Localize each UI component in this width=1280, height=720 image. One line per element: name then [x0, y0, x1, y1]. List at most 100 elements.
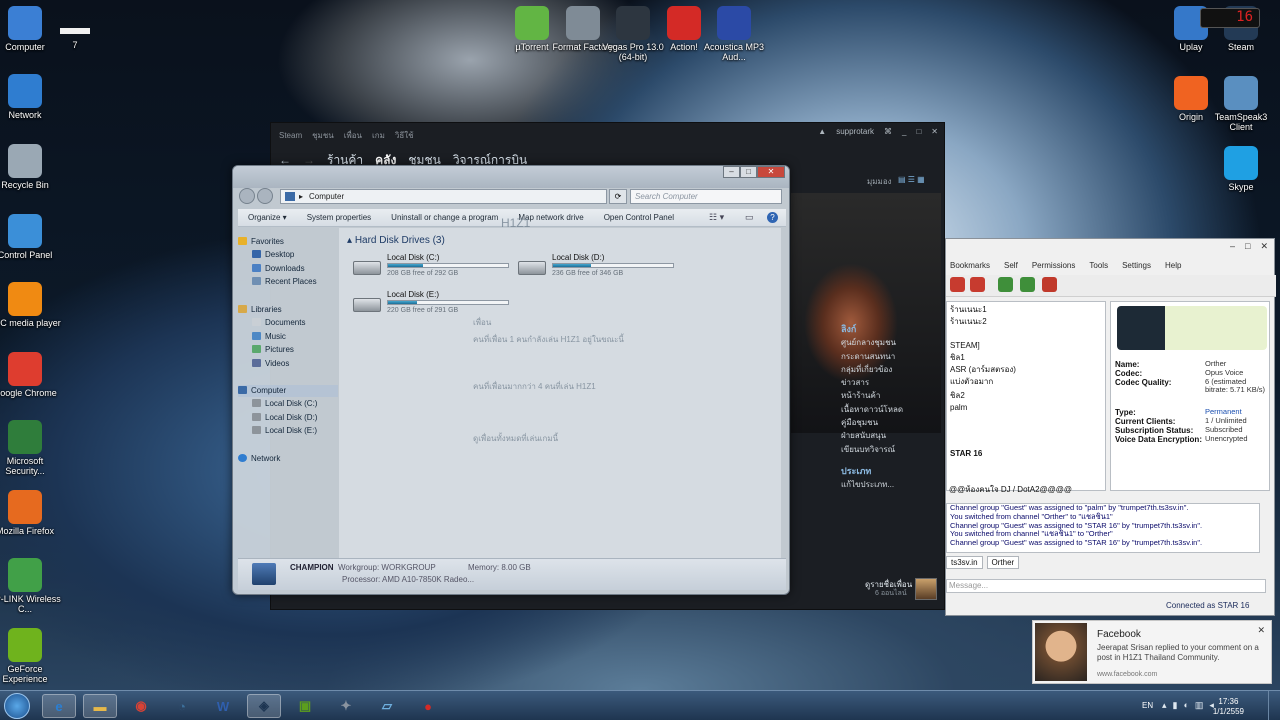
taskbar-steam-icon[interactable]: ◈: [247, 694, 281, 718]
desktop-shortcut[interactable]: Network: [0, 74, 62, 120]
toolbar-button[interactable]: System properties: [297, 213, 381, 222]
tab-server[interactable]: ts3sv.in: [946, 556, 983, 569]
steam-notification-icon[interactable]: ▲: [818, 127, 826, 136]
help-icon[interactable]: ?: [767, 212, 778, 223]
nav-recent[interactable]: Recent Places: [252, 276, 317, 288]
maximize-button[interactable]: □: [1245, 241, 1250, 252]
nav-documents[interactable]: Documents: [252, 317, 305, 329]
view-label[interactable]: มุมมอง: [867, 175, 892, 188]
message-input[interactable]: Message...: [946, 579, 1266, 593]
steam-link[interactable]: กระดานสนทนา: [841, 350, 951, 363]
minimize-button[interactable]: _: [902, 127, 906, 136]
channel-tree-item[interactable]: แบ่งตัวอมาก: [950, 376, 993, 387]
channel-tree-item[interactable]: palm: [950, 402, 967, 413]
notification-url[interactable]: www.facebook.com: [1097, 671, 1157, 678]
desktop-shortcut[interactable]: Recycle Bin: [0, 144, 62, 190]
nav-libraries[interactable]: Libraries: [238, 304, 282, 316]
channel-footer[interactable]: @@ห้องคนใจ DJ / DotA2@@@@: [949, 483, 1072, 496]
steam-link[interactable]: หน้าร้านค้า: [841, 389, 951, 402]
channel-tree-item[interactable]: ASR (อาร์มสตรอง): [950, 364, 1016, 375]
back-button[interactable]: [239, 188, 255, 204]
ts-menu-item[interactable]: Self: [1004, 261, 1018, 273]
steam-menu-item[interactable]: วิธีใช้: [395, 129, 414, 142]
channel-tree-item[interactable]: STAR 16: [950, 448, 982, 459]
nav-computer[interactable]: Computer: [238, 385, 338, 397]
drive-tile[interactable]: Local Disk (D:) 236 GB free of 346 GB: [518, 253, 688, 283]
drive-tile[interactable]: Local Disk (C:) 208 GB free of 292 GB: [353, 253, 523, 283]
teamspeak-window[interactable]: – □ ✕ Bookmarks Self Permissions Tools Setti…: [945, 238, 1276, 616]
refresh-button[interactable]: ⟳: [609, 189, 627, 204]
controller-icon[interactable]: ⌘: [884, 127, 892, 136]
desktop-shortcut[interactable]: Control Panel: [0, 214, 62, 260]
nav-drive-c[interactable]: Local Disk (C:): [252, 398, 317, 410]
desktop-shortcut[interactable]: TeamSpeak3 Client: [1204, 76, 1278, 132]
channel-tree-item[interactable]: ชิล1: [950, 352, 965, 363]
explorer-window[interactable]: – □ ✕ ▸ Computer ⟳ Search Computer Organi…: [232, 165, 790, 595]
steam-menu-item[interactable]: เกม: [372, 129, 385, 142]
desktop-shortcut[interactable]: TP-LINK Wireless C...: [0, 558, 62, 614]
channel-tree-item[interactable]: ชิล2: [950, 390, 965, 401]
nav-drive-e[interactable]: Local Disk (E:): [252, 425, 317, 437]
edit-category-link[interactable]: แก้ไขประเภท...: [841, 478, 951, 491]
minimize-button[interactable]: –: [1230, 241, 1235, 252]
notification-close-icon[interactable]: ✕: [1257, 625, 1265, 636]
nav-music[interactable]: Music: [252, 331, 286, 343]
steam-link[interactable]: เนื้อหาดาวน์โหลด: [841, 403, 951, 416]
show-desktop-button[interactable]: [1268, 691, 1280, 720]
close-button[interactable]: ✕: [1260, 241, 1268, 252]
taskbar-format-factory-icon[interactable]: ✦: [329, 694, 363, 718]
explorer-titlebar[interactable]: – □ ✕: [233, 166, 789, 188]
steam-menu-item[interactable]: เพื่อน: [344, 129, 362, 142]
minimize-button[interactable]: –: [723, 166, 740, 178]
close-button[interactable]: ✕: [757, 166, 785, 178]
taskbar-notepad-icon[interactable]: ▱: [370, 694, 404, 718]
steam-link[interactable]: คู่มือชุมชน: [841, 416, 951, 429]
drive-tile[interactable]: Local Disk (E:) 220 GB free of 291 GB: [353, 290, 523, 320]
taskbar-nvidia-icon[interactable]: ▣: [288, 694, 322, 718]
away-icon[interactable]: [998, 277, 1013, 292]
contacts-icon[interactable]: [1042, 277, 1057, 292]
taskbar-explorer-icon[interactable]: ▬: [83, 694, 117, 718]
channel-tree-item[interactable]: STEAM]: [950, 340, 980, 351]
toolbar-button[interactable]: Uninstall or change a program: [381, 213, 508, 222]
search-input[interactable]: Search Computer: [630, 189, 782, 204]
ts-menu-item[interactable]: Tools: [1089, 261, 1108, 273]
desktop-shortcut[interactable]: Microsoft Security...: [0, 420, 62, 476]
desktop-file-7[interactable]: 7: [38, 28, 112, 50]
taskbar-ie-icon[interactable]: e: [42, 694, 76, 718]
maximize-button[interactable]: □: [740, 166, 757, 178]
forward-button[interactable]: [257, 188, 273, 204]
tray-icons[interactable]: ▴▮◐▥◂: [1162, 700, 1220, 711]
bookmark-icon[interactable]: [1020, 277, 1035, 292]
group-header[interactable]: ▴ Hard Disk Drives (3): [347, 235, 445, 246]
steam-user[interactable]: supprotark: [836, 127, 874, 136]
steam-link[interactable]: ฝ่ายสนับสนุน: [841, 429, 951, 442]
nav-network[interactable]: Network: [238, 453, 280, 465]
channel-tree-item[interactable]: ร้านเนนะ1: [950, 304, 987, 315]
language-indicator[interactable]: EN: [1142, 701, 1153, 710]
mic-icon[interactable]: [950, 277, 965, 292]
desktop-shortcut[interactable]: VLC media player: [0, 282, 62, 328]
tab-channel[interactable]: Orther: [986, 556, 1020, 569]
view-options-icon[interactable]: ☷ ▾: [709, 212, 724, 223]
ts-menu-item[interactable]: Help: [1165, 261, 1181, 273]
desktop-shortcut[interactable]: Acoustica MP3 Aud...: [697, 6, 771, 62]
preview-pane-icon[interactable]: ▭: [745, 212, 754, 223]
friend-avatar[interactable]: [915, 578, 937, 600]
facebook-notification[interactable]: Facebook ✕ Jeerapat Srisan replied to yo…: [1032, 620, 1272, 684]
taskbar-teamspeak-icon[interactable]: ◔: [165, 694, 199, 718]
ts-menu-item[interactable]: Permissions: [1032, 261, 1076, 273]
channel-tree-item[interactable]: ร้านเนนะ2: [950, 316, 987, 327]
address-bar[interactable]: ▸ Computer: [280, 189, 607, 204]
toolbar-button[interactable]: Organize ▾: [238, 213, 297, 222]
taskbar-action-icon[interactable]: ●: [411, 694, 445, 718]
taskbar-chrome-icon[interactable]: ◉: [124, 694, 158, 718]
maximize-button[interactable]: □: [916, 127, 921, 136]
nav-pictures[interactable]: Pictures: [252, 344, 294, 356]
close-button[interactable]: ✕: [931, 127, 938, 136]
taskbar-word-icon[interactable]: W: [206, 694, 240, 718]
steam-link[interactable]: กลุ่มที่เกี่ยวข้อง: [841, 363, 951, 376]
steam-menu-item[interactable]: Steam: [279, 131, 302, 140]
start-button[interactable]: [4, 693, 30, 719]
desktop-shortcut[interactable]: Google Chrome: [0, 352, 62, 398]
